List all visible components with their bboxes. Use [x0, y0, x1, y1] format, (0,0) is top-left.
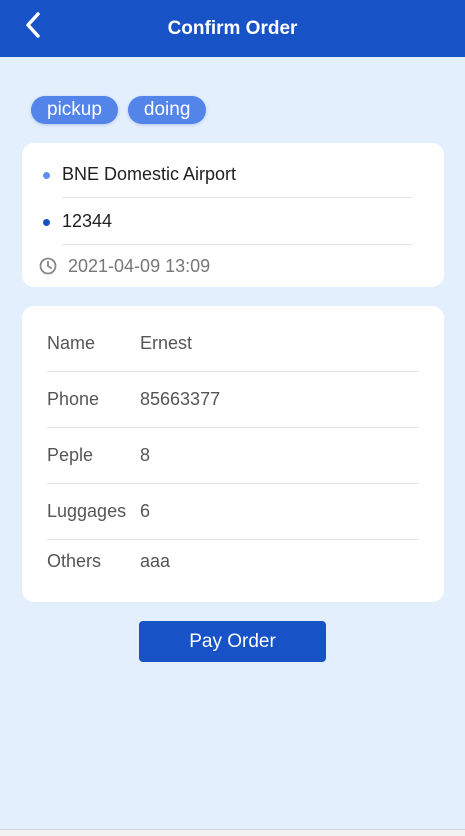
info-value: 6	[140, 501, 151, 521]
info-label: Others	[47, 550, 102, 571]
info-row-others: Others aaa	[47, 533, 419, 589]
info-label: Luggages	[47, 501, 127, 521]
tag-pickup: pickup	[31, 96, 118, 124]
info-row-name: Name Ernest	[47, 316, 419, 372]
pickup-time-text: 2021-04-09 13:09	[68, 255, 211, 276]
tag-doing: doing	[127, 96, 207, 124]
info-value: 8	[140, 445, 151, 465]
info-value: aaa	[140, 550, 171, 571]
route-card: BNE Domestic Airport 12344 2021-04-09 13…	[22, 143, 444, 287]
info-row-luggages: Luggages 6	[47, 484, 419, 540]
bottom-divider	[0, 829, 465, 836]
page-title: Confirm Order	[167, 17, 298, 39]
start-dot-icon	[43, 172, 50, 179]
info-value: 85663377	[140, 389, 221, 409]
status-tags: pickup doing	[31, 96, 207, 124]
info-label: Peple	[47, 445, 94, 465]
chevron-left-icon	[26, 12, 40, 38]
info-value: Ernest	[140, 333, 193, 353]
clock-icon	[39, 257, 57, 275]
pickup-location-text: BNE Domestic Airport	[62, 163, 237, 184]
dropoff-location: 12344	[62, 198, 412, 245]
info-label: Name	[47, 333, 96, 353]
back-button[interactable]	[18, 10, 48, 40]
info-row-people: Peple 8	[47, 428, 419, 484]
pickup-time: 2021-04-09 13:09	[39, 253, 210, 279]
app-header: Confirm Order	[0, 0, 465, 57]
pay-order-button[interactable]: Pay Order	[139, 621, 326, 662]
pickup-location: BNE Domestic Airport	[62, 151, 412, 198]
info-row-phone: Phone 85663377	[47, 372, 419, 428]
info-label: Phone	[47, 389, 100, 409]
passenger-info-card: Name Ernest Phone 85663377 Peple 8 Lugga…	[22, 306, 444, 602]
end-dot-icon	[43, 219, 50, 226]
dropoff-location-text: 12344	[62, 210, 113, 231]
